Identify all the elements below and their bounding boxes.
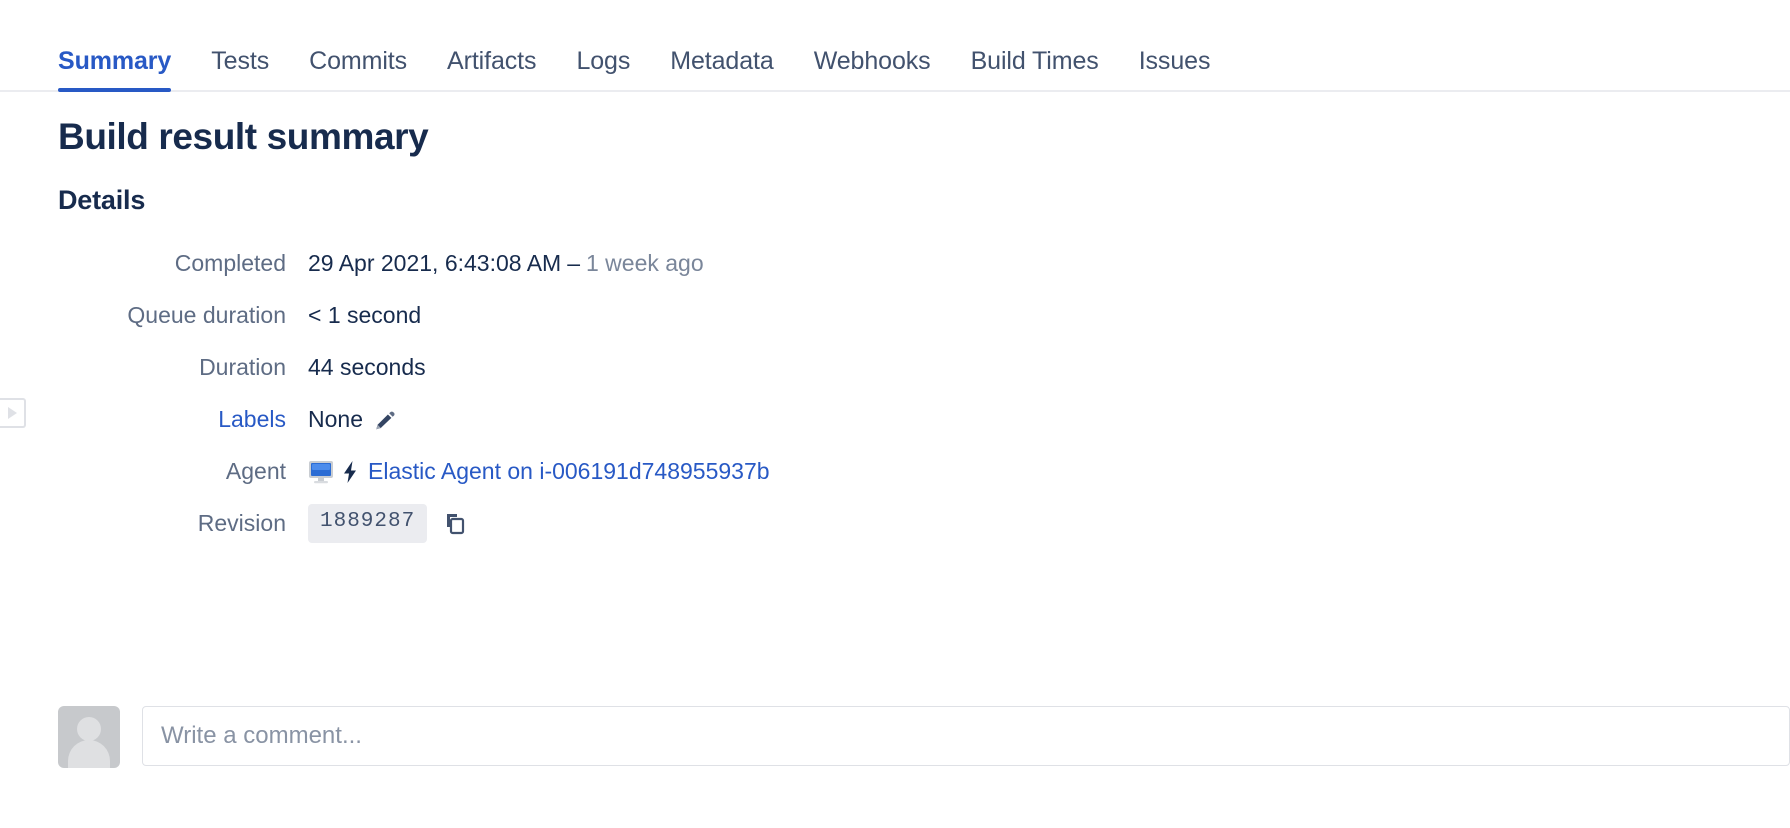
page-title: Build result summary [58,116,429,157]
tab-summary[interactable]: Summary [58,47,172,92]
detail-row-duration: Duration 44 seconds [58,342,1790,394]
detail-row-completed: Completed 29 Apr 2021, 6:43:08 AM – 1 we… [58,238,1790,290]
tab-tests[interactable]: Tests [211,49,269,90]
tab-logs-label: Logs [576,47,631,75]
tab-tests-label: Tests [211,47,270,75]
detail-row-labels: Labels None [58,394,1790,446]
tab-artifacts-label: Artifacts [447,47,537,75]
triangle-right-icon [7,407,17,419]
tab-commits-label: Commits [309,47,408,75]
tab-issues-label: Issues [1138,47,1211,75]
detail-label-duration: Duration [199,354,286,381]
tab-summary-label: Summary [58,47,172,75]
avatar-head [77,717,101,741]
detail-label-completed: Completed [174,250,286,277]
tab-artifacts[interactable]: Artifacts [447,47,537,90]
details-list: Completed 29 Apr 2021, 6:43:08 AM – 1 we… [58,238,1790,550]
tab-issues[interactable]: Issues [1139,49,1211,90]
detail-label-queue-duration: Queue duration [127,302,286,329]
detail-value-duration: 44 seconds [308,354,426,381]
detail-label-agent: Agent [225,458,286,485]
tab-logs[interactable]: Logs [576,49,630,90]
detail-row-revision: Revision 1889287 [58,498,1790,550]
tab-build-times[interactable]: Build Times [971,49,1099,90]
sidebar-expand-handle[interactable] [0,398,26,428]
detail-row-agent: Agent Elastic Agent on i-006191d74895593… [58,446,1790,498]
agent-link[interactable]: Elastic Agent on i-006191d748955937b [368,458,770,485]
comment-input[interactable] [142,706,1790,766]
tab-metadata[interactable]: Metadata [670,47,774,90]
tab-webhooks-label: Webhooks [813,47,931,75]
build-result-tabbar: Summary Tests Commits Artifacts Logs Met… [0,0,1790,92]
page-content: Build result summary Details Completed 2… [0,116,1790,550]
detail-value-queue-duration: < 1 second [308,302,422,329]
tab-metadata-label: Metadata [670,47,774,75]
detail-value-revision: 1889287 [308,504,467,543]
detail-label-labels[interactable]: Labels [58,406,308,433]
monitor-icon [308,460,334,484]
copy-icon[interactable] [441,511,467,537]
completed-relative-time: 1 week ago [586,250,704,277]
avatar [58,706,120,768]
completed-timestamp: 29 Apr 2021, 6:43:08 AM [308,250,562,277]
details-section-title: Details [58,184,146,215]
pencil-icon[interactable] [373,408,397,432]
detail-value-completed: 29 Apr 2021, 6:43:08 AM – 1 week ago [308,250,704,277]
tab-commits[interactable]: Commits [309,49,407,90]
tab-webhooks[interactable]: Webhooks [814,49,931,90]
revision-chip: 1889287 [308,504,428,543]
detail-label-revision: Revision [197,510,286,537]
completed-separator: – [567,250,580,277]
detail-row-queue-duration: Queue duration < 1 second [58,290,1790,342]
lightning-bolt-icon [342,460,358,484]
labels-value: None [308,406,363,433]
comment-composer [58,706,1790,768]
tab-build-times-label: Build Times [970,47,1099,75]
detail-value-agent: Elastic Agent on i-006191d748955937b [308,458,770,485]
detail-value-labels: None [308,406,397,433]
avatar-body [68,740,110,768]
